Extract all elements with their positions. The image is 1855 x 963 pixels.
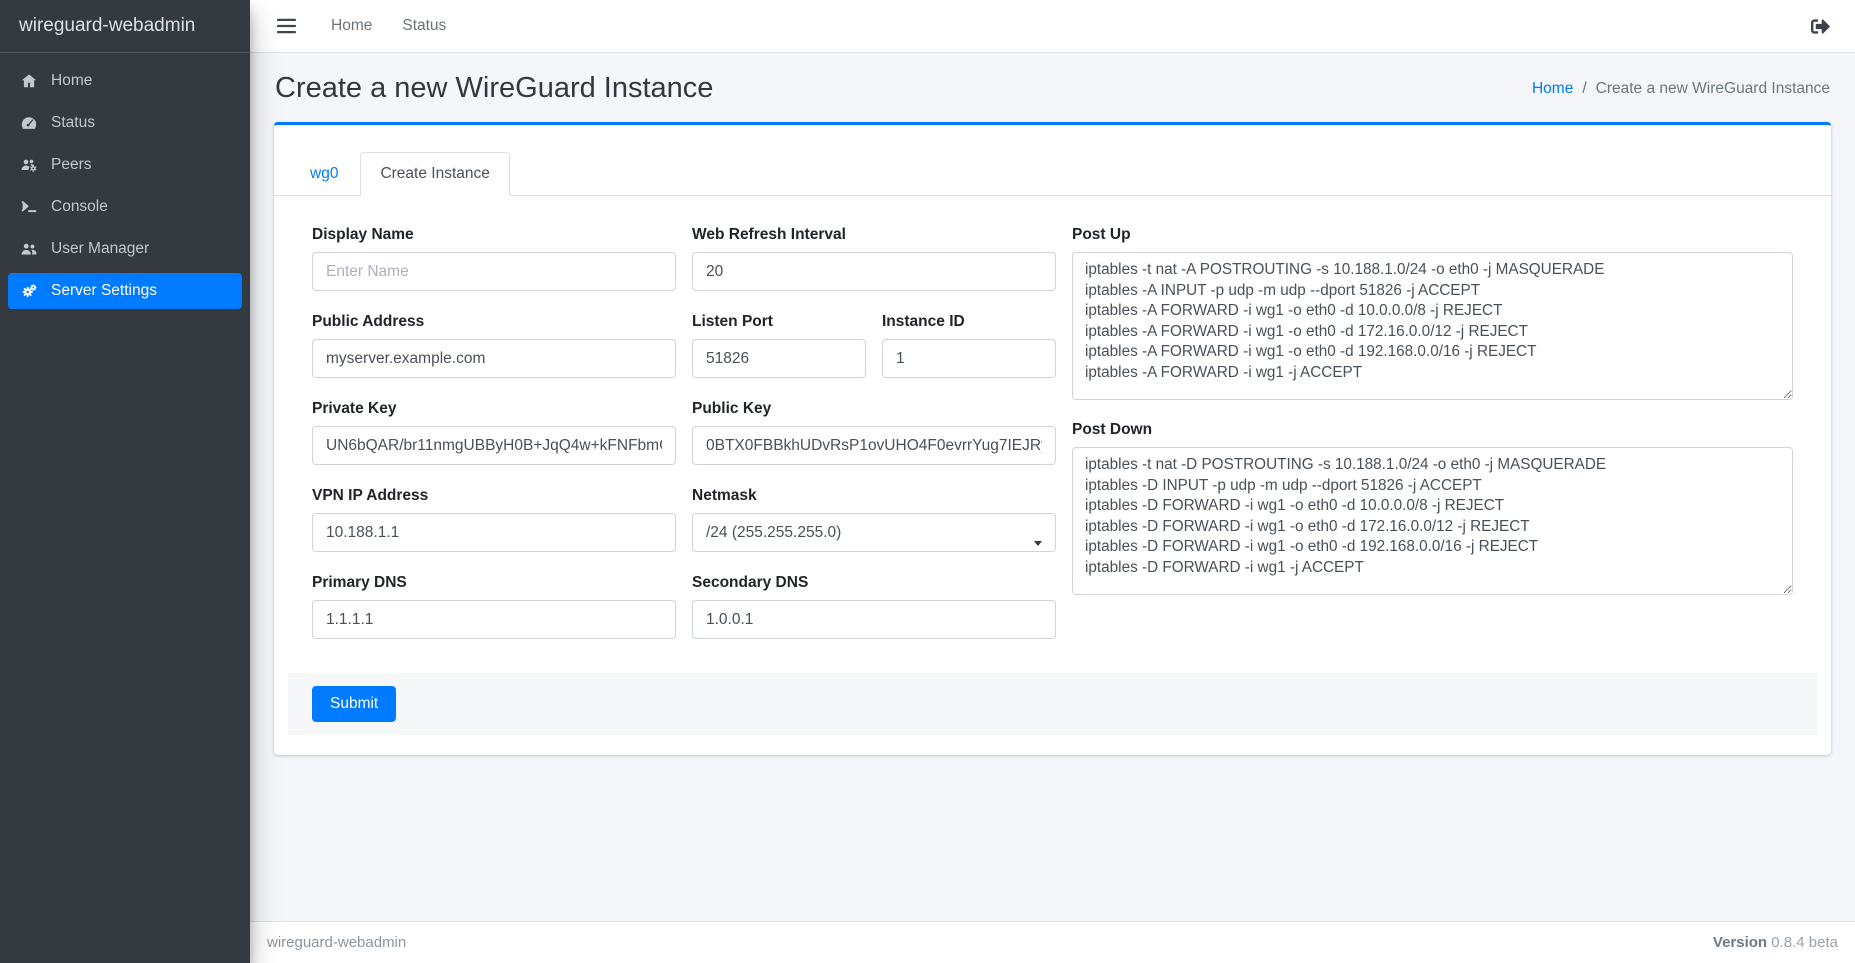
breadcrumb-home-link[interactable]: Home: [1532, 80, 1573, 98]
sidebar-item-console[interactable]: Console: [8, 189, 242, 225]
secondary-dns-field-group: Secondary DNS: [692, 574, 1056, 639]
post-up-field-group: Post Up: [1072, 226, 1793, 400]
sidebar: wireguard-webadmin Home Status: [0, 0, 250, 963]
netmask-select-wrap: /24 (255.255.255.0): [692, 524, 1056, 541]
listen-port-field-group: Listen Port: [692, 313, 866, 378]
web-refresh-label: Web Refresh Interval: [692, 226, 1056, 244]
breadcrumb-current: Create a new WireGuard Instance: [1596, 80, 1830, 98]
sidebar-item-peers[interactable]: Peers: [8, 147, 242, 183]
port-id-row: Listen Port Instance ID: [692, 313, 1056, 400]
private-key-label: Private Key: [312, 400, 676, 418]
listen-port-label: Listen Port: [692, 313, 866, 331]
primary-dns-field-group: Primary DNS: [312, 574, 676, 639]
public-key-input[interactable]: [692, 426, 1056, 465]
instance-card: wg0 Create Instance Display Name Web Ref…: [274, 122, 1831, 755]
sidebar-brand[interactable]: wireguard-webadmin: [0, 0, 250, 53]
public-key-label: Public Key: [692, 400, 1056, 418]
sidebar-item-label: User Manager: [51, 240, 149, 258]
gears-icon: [17, 282, 41, 300]
submit-button[interactable]: Submit: [312, 686, 396, 722]
netmask-label: Netmask: [692, 487, 1056, 505]
primary-dns-label: Primary DNS: [312, 574, 676, 592]
vpn-ip-field-group: VPN IP Address: [312, 487, 676, 552]
sidebar-item-label: Console: [51, 198, 108, 216]
card-tabs: wg0 Create Instance: [274, 125, 1831, 196]
card-body: Display Name Web Refresh Interval Public…: [274, 196, 1831, 755]
private-key-input[interactable]: [312, 426, 676, 465]
navbar-link-status[interactable]: Status: [387, 11, 461, 41]
footer-version-value: 0.8.4 beta: [1771, 934, 1838, 951]
terminal-icon: [17, 198, 41, 216]
secondary-dns-label: Secondary DNS: [692, 574, 1056, 592]
instance-id-field-group: Instance ID: [882, 313, 1056, 378]
netmask-select[interactable]: /24 (255.255.255.0): [692, 513, 1056, 552]
gauge-icon: [17, 114, 41, 132]
display-name-label: Display Name: [312, 226, 676, 244]
web-refresh-input[interactable]: [692, 252, 1056, 291]
sidebar-item-status[interactable]: Status: [8, 105, 242, 141]
sidebar-item-home[interactable]: Home: [8, 63, 242, 99]
secondary-dns-input[interactable]: [692, 600, 1056, 639]
form-right-column: Post Up Post Down: [1072, 226, 1793, 661]
private-key-field-group: Private Key: [312, 400, 676, 465]
sidebar-menu: Home Status: [0, 53, 250, 325]
public-key-field-group: Public Key: [692, 400, 1056, 465]
submit-strip: Submit: [288, 673, 1817, 735]
display-name-field-group: Display Name: [312, 226, 676, 291]
sidebar-item-label: Status: [51, 114, 95, 132]
home-icon: [17, 72, 41, 90]
instance-id-label: Instance ID: [882, 313, 1056, 331]
breadcrumb: Home / Create a new WireGuard Instance: [1532, 80, 1830, 98]
netmask-field-group: Netmask /24 (255.255.255.0): [692, 487, 1056, 552]
vpn-ip-label: VPN IP Address: [312, 487, 676, 505]
post-up-textarea[interactable]: [1072, 252, 1793, 400]
sidebar-item-label: Peers: [51, 156, 92, 174]
users-icon: [17, 240, 41, 258]
post-down-textarea[interactable]: [1072, 447, 1793, 595]
primary-dns-input[interactable]: [312, 600, 676, 639]
sidebar-item-server-settings[interactable]: Server Settings: [8, 273, 242, 309]
instance-id-input[interactable]: [882, 339, 1056, 378]
sidebar-item-user-manager[interactable]: User Manager: [8, 231, 242, 267]
public-address-input[interactable]: [312, 339, 676, 378]
vpn-ip-input[interactable]: [312, 513, 676, 552]
footer-brand: wireguard-webadmin: [267, 934, 406, 951]
sign-out-icon[interactable]: [1805, 13, 1836, 40]
post-up-label: Post Up: [1072, 226, 1793, 244]
post-down-field-group: Post Down: [1072, 421, 1793, 595]
page-title: Create a new WireGuard Instance: [275, 72, 713, 105]
sidebar-item-label: Server Settings: [51, 282, 157, 300]
hamburger-icon[interactable]: [269, 14, 304, 38]
web-refresh-field-group: Web Refresh Interval: [692, 226, 1056, 291]
navbar-link-home[interactable]: Home: [316, 11, 387, 41]
breadcrumb-separator: /: [1582, 80, 1586, 98]
form-left-columns: Display Name Web Refresh Interval Public…: [312, 226, 1056, 661]
tab-create-instance[interactable]: Create Instance: [360, 152, 509, 196]
tab-wg0[interactable]: wg0: [290, 152, 358, 196]
public-address-label: Public Address: [312, 313, 676, 331]
top-navbar: Home Status: [250, 0, 1855, 53]
public-address-field-group: Public Address: [312, 313, 676, 378]
content-header: Create a new WireGuard Instance Home / C…: [264, 53, 1841, 120]
display-name-input[interactable]: [312, 252, 676, 291]
listen-port-input[interactable]: [692, 339, 866, 378]
peers-icon: [17, 156, 41, 174]
content-area: Create a new WireGuard Instance Home / C…: [250, 53, 1855, 921]
post-down-label: Post Down: [1072, 421, 1793, 439]
main-column: Home Status Create a new WireGuard Insta…: [250, 0, 1855, 963]
footer-version: Version 0.8.4 beta: [1713, 934, 1838, 951]
footer-version-label: Version: [1713, 934, 1767, 951]
sidebar-item-label: Home: [51, 72, 92, 90]
page-footer: wireguard-webadmin Version 0.8.4 beta: [250, 921, 1855, 963]
